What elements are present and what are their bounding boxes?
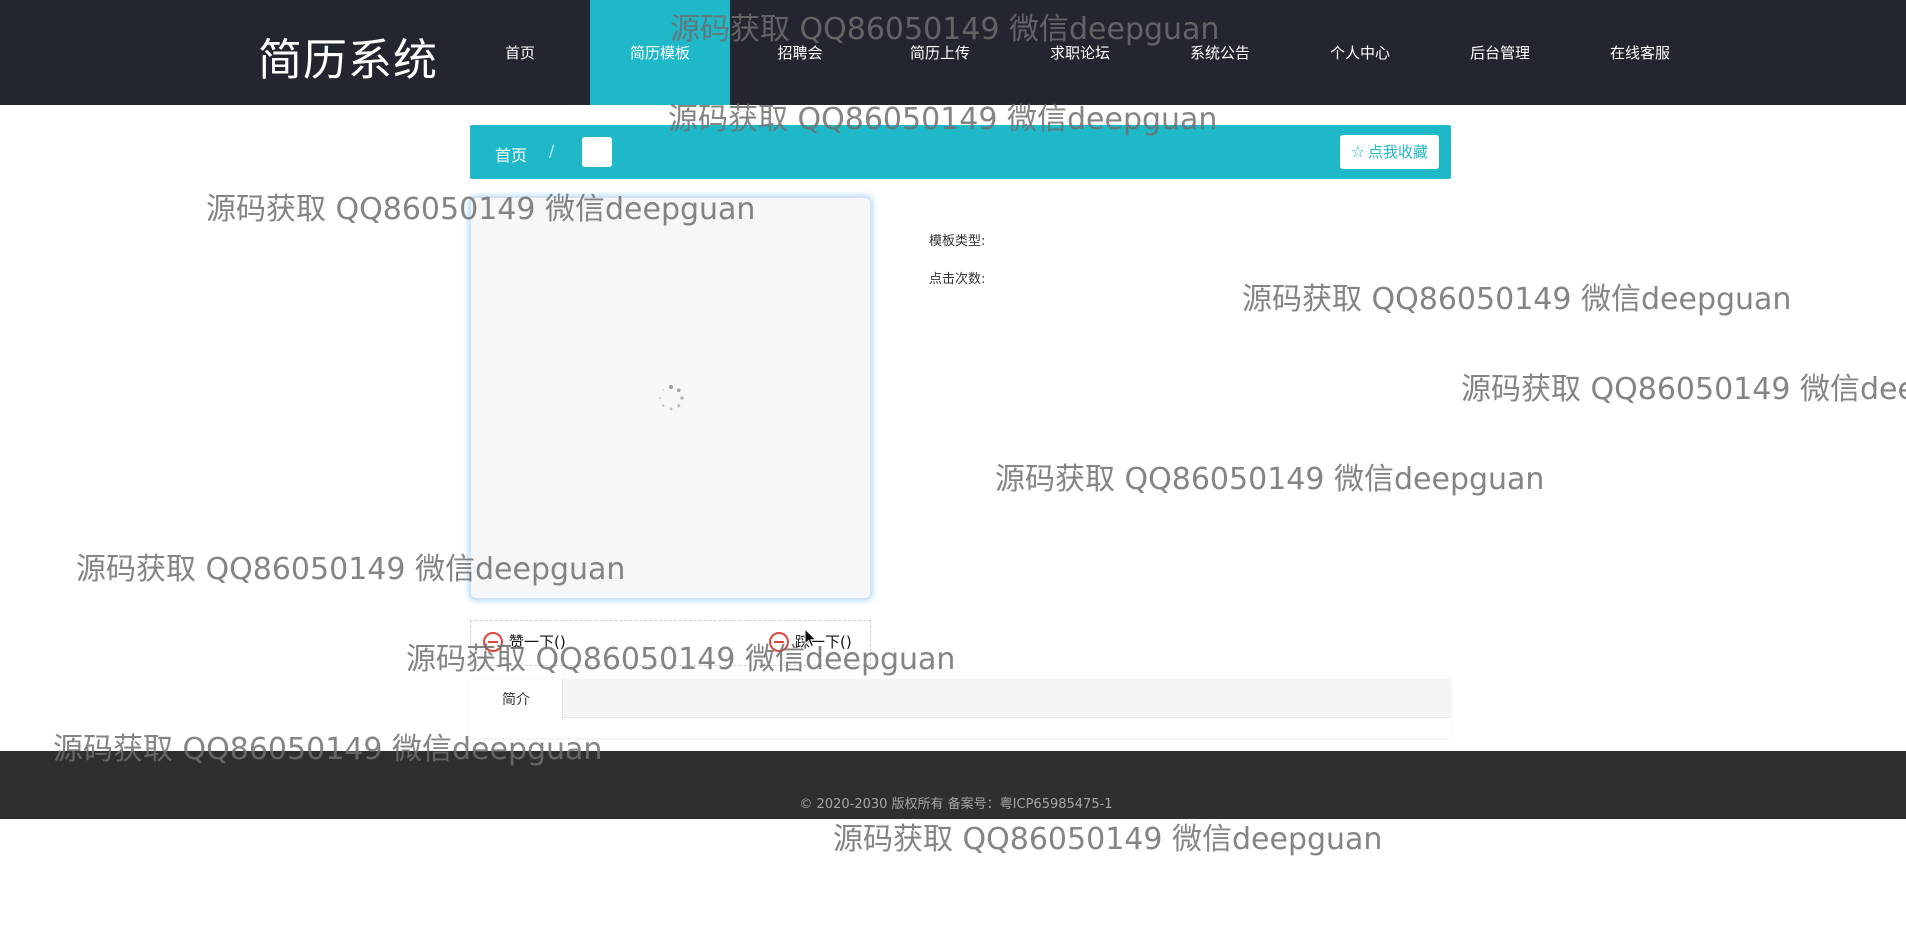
top-header: 简历系统 首页 简历模板 招聘会 简历上传 求职论坛 系统公告 个人中心 后台管… — [0, 0, 1906, 105]
site-logo[interactable]: 简历系统 — [258, 24, 438, 88]
tab-strip — [470, 679, 1451, 718]
main-nav: 首页 简历模板 招聘会 简历上传 求职论坛 系统公告 个人中心 后台管理 在线客… — [450, 0, 1710, 105]
watermark-text: 源码获取 QQ86050149 微信deepguan — [833, 822, 1383, 857]
dislike-icon — [769, 631, 789, 652]
watermark-text: 源码获取 QQ86050149 微信deepguan — [995, 462, 1545, 497]
favorite-label: 点我收藏 — [1367, 143, 1428, 161]
nav-item-announcements[interactable]: 系统公告 — [1150, 0, 1290, 105]
nav-item-online-support[interactable]: 在线客服 — [1570, 0, 1710, 105]
page: 简历系统 首页 简历模板 招聘会 简历上传 求职论坛 系统公告 个人中心 后台管… — [0, 0, 1906, 928]
tab-intro[interactable]: 简介 — [470, 679, 563, 719]
breadcrumb-separator: / — [549, 141, 555, 160]
nav-item-forum[interactable]: 求职论坛 — [1010, 0, 1150, 105]
detail-tabs: 简介 — [470, 679, 1451, 738]
like-label: 赞一下() — [509, 633, 566, 651]
nav-item-user-center[interactable]: 个人中心 — [1290, 0, 1430, 105]
watermark-text: 源码获取 QQ86050149 微信deepguan — [1461, 372, 1906, 407]
nav-item-resume-templates[interactable]: 简历模板 — [590, 0, 730, 105]
watermark-text: 源码获取 QQ86050149 微信deepguan — [1242, 282, 1792, 317]
template-type-label: 模板类型: — [929, 234, 986, 249]
favorite-button[interactable]: ☆ 点我收藏 — [1339, 135, 1439, 169]
click-count-label: 点击次数: — [929, 272, 986, 287]
nav-item-job-fair[interactable]: 招聘会 — [730, 0, 870, 105]
footer-copyright: © 2020-2030 版权所有 备案号：粤ICP65985475-1 — [799, 797, 1113, 812]
star-icon: ☆ — [1350, 142, 1365, 161]
template-image — [470, 197, 871, 599]
loading-spinner-icon — [658, 385, 684, 411]
breadcrumb: 首页 / ☆ 点我收藏 — [470, 125, 1451, 179]
nav-item-admin[interactable]: 后台管理 — [1430, 0, 1570, 105]
mouse-cursor-icon — [804, 628, 818, 648]
footer: © 2020-2030 版权所有 备案号：粤ICP65985475-1 — [0, 751, 1906, 819]
nav-item-home[interactable]: 首页 — [450, 0, 590, 105]
nav-item-resume-upload[interactable]: 简历上传 — [870, 0, 1010, 105]
breadcrumb-home-link[interactable]: 首页 — [495, 142, 527, 166]
like-icon — [483, 631, 503, 652]
breadcrumb-current — [582, 137, 612, 167]
like-button[interactable]: 赞一下() — [483, 631, 566, 652]
